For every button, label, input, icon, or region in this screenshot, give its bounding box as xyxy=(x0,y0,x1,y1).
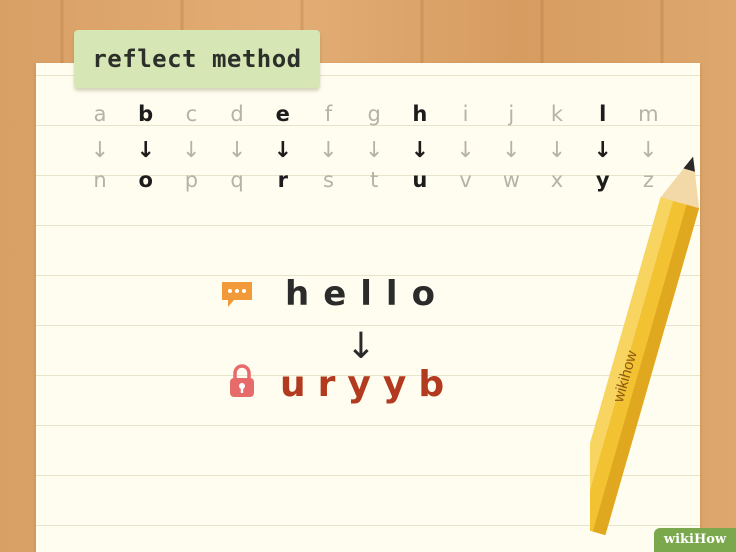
cipher-letter: t xyxy=(370,168,379,192)
speech-bubble-icon xyxy=(222,282,252,307)
plain-letter: a xyxy=(93,102,107,126)
cipher-letter: p xyxy=(184,168,199,192)
method-tag: reflect method xyxy=(74,30,320,88)
cipher-letter: v xyxy=(459,168,472,192)
cipher-letter: u xyxy=(412,168,428,192)
down-arrow-icon: ↓ xyxy=(456,138,475,163)
plain-letter: c xyxy=(185,102,198,126)
down-arrow-icon: ↓ xyxy=(345,326,377,367)
cipher-letter: w xyxy=(502,168,520,192)
plain-letter: f xyxy=(324,102,333,126)
cipher-letter: r xyxy=(277,168,288,192)
down-arrow-icon: ↓ xyxy=(182,138,201,163)
plain-letter: e xyxy=(275,102,290,126)
plain-letter: b xyxy=(138,102,154,126)
cipher-letter: q xyxy=(230,168,244,192)
down-arrow-icon: ↓ xyxy=(227,138,247,163)
plain-letter: i xyxy=(462,102,469,126)
down-arrow-icon: ↓ xyxy=(410,138,430,163)
method-tag-label: reflect method xyxy=(92,45,302,73)
lock-icon xyxy=(230,364,254,397)
cipher-letter: x xyxy=(550,168,564,192)
cipher-letter: n xyxy=(93,168,107,192)
down-arrow-icon: ↓ xyxy=(364,138,384,163)
down-arrow-icon: ↓ xyxy=(547,138,567,163)
wikihow-watermark: wikiHow xyxy=(654,528,736,552)
plain-letter: k xyxy=(550,102,564,126)
down-arrow-icon: ↓ xyxy=(136,138,155,163)
cipher-letter: o xyxy=(138,168,153,192)
down-arrow-icon: ↓ xyxy=(502,138,521,163)
plain-letter: g xyxy=(367,102,381,126)
ciphertext-word: uryyb xyxy=(280,364,457,405)
plain-letter: j xyxy=(508,102,515,126)
plain-letter: h xyxy=(412,102,428,126)
plaintext-word: hello xyxy=(285,274,449,314)
down-arrow-icon: ↓ xyxy=(319,138,338,163)
plain-letter: l xyxy=(599,102,607,126)
plain-letter: d xyxy=(230,102,244,126)
plain-letter: m xyxy=(638,102,659,126)
pencil-icon: wikihow xyxy=(590,156,700,536)
cipher-letter: s xyxy=(323,168,334,192)
down-arrow-icon: ↓ xyxy=(90,138,110,163)
down-arrow-icon: ↓ xyxy=(273,138,293,163)
